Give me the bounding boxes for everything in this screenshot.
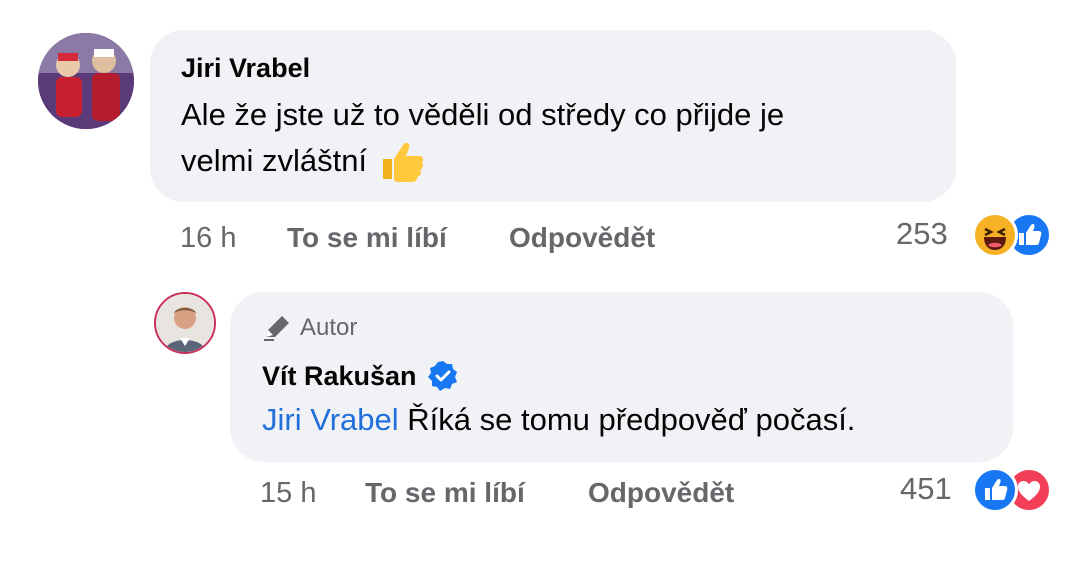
author-badge-label: Autor: [300, 314, 358, 341]
pencil-icon: [264, 316, 289, 341]
avatar-photo: [156, 294, 214, 352]
comment-text-line-1: Ale že jste už to věděli od středy co př…: [181, 97, 785, 132]
comment-text-line-2-content: velmi zvláštní: [181, 143, 368, 178]
comment-timestamp[interactable]: 15 h: [260, 477, 316, 510]
reaction-count[interactable]: 451: [900, 471, 952, 507]
mention-link[interactable]: Jiri Vrabel: [262, 402, 399, 437]
like-button[interactable]: To se mi líbí: [365, 477, 525, 509]
comment-author-name-text[interactable]: Vít Rakušan: [262, 361, 417, 392]
comment-text: Jiri Vrabel Říká se tomu předpověď počas…: [262, 397, 855, 443]
reply-button[interactable]: Odpovědět: [588, 477, 734, 509]
haha-reaction-icon[interactable]: [972, 212, 1018, 258]
avatar-jiri-vrabel[interactable]: [38, 33, 134, 129]
comment-text-line-2: velmi zvláštní: [181, 138, 425, 184]
like-reaction-icon[interactable]: [972, 467, 1018, 513]
comment-author-name[interactable]: Jiri Vrabel: [181, 53, 310, 84]
like-button[interactable]: To se mi líbí: [287, 222, 447, 254]
avatar-vit-rakusan[interactable]: [154, 292, 216, 354]
reaction-count[interactable]: 253: [896, 216, 948, 252]
comment-text-content: Říká se tomu předpověď počasí.: [407, 402, 856, 437]
comment-timestamp[interactable]: 16 h: [180, 222, 236, 255]
thumbs-up-emoji-icon: [383, 142, 424, 182]
reply-button[interactable]: Odpovědět: [509, 222, 655, 254]
comment-author-name: Vít Rakušan: [262, 360, 459, 392]
avatar-photo: [38, 33, 134, 129]
author-badge: Autor: [262, 314, 357, 342]
verified-badge-icon: [427, 361, 457, 391]
